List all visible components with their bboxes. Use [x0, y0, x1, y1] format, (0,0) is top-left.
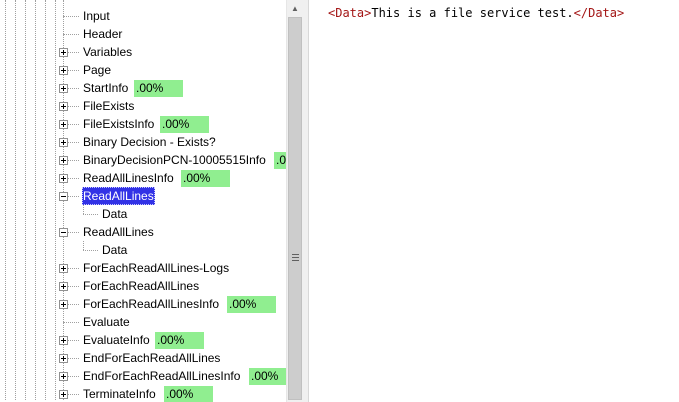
xml-line: <Data>This is a file service test.</Data… [328, 6, 624, 20]
tree-view[interactable]: Input Header Variables Page StartInfo .00% Fil… [0, 0, 286, 402]
tree-node-label[interactable]: Input [82, 7, 111, 25]
app-window: Input Header Variables Page StartInfo .00% Fil… [0, 0, 679, 402]
tree-vertical-scrollbar[interactable]: ▲ [286, 0, 303, 402]
collapse-icon[interactable] [59, 192, 68, 201]
tree-node[interactable]: Page [0, 61, 286, 79]
expand-icon[interactable] [59, 156, 68, 165]
tree-node[interactable]: ReadAllLines [0, 187, 286, 205]
tree-node[interactable]: FileExistsInfo .00% [0, 115, 286, 133]
expand-icon[interactable] [59, 390, 68, 399]
expand-icon[interactable] [59, 120, 68, 129]
tree-node[interactable]: Binary Decision - Exists? [0, 133, 286, 151]
tree-child-node[interactable]: Data [0, 205, 286, 223]
tree-connector [83, 250, 98, 251]
percent-badge: .00% [249, 368, 286, 385]
grip-icon [292, 254, 299, 261]
tree-node-label[interactable]: EndForEachReadAllLinesInfo [82, 367, 241, 385]
expand-icon[interactable] [59, 48, 68, 57]
expand-icon[interactable] [59, 354, 68, 363]
tree-node-label[interactable]: EndForEachReadAllLines [82, 349, 221, 367]
tree-connector [83, 205, 84, 214]
tree-child-node[interactable]: Data [0, 241, 286, 259]
tree-node[interactable]: Evaluate [0, 313, 286, 331]
tree-node[interactable]: EndForEachReadAllLinesInfo .00% [0, 367, 286, 385]
percent-badge: .00% [274, 152, 286, 169]
tree-connector [63, 34, 79, 35]
expand-icon[interactable] [59, 138, 68, 147]
tree-node-label[interactable]: ForEachReadAllLines-Logs [82, 259, 230, 277]
xml-open-tag: <Data> [328, 6, 372, 20]
tree-node[interactable]: TerminateInfo .00% [0, 385, 286, 402]
expand-icon[interactable] [59, 174, 68, 183]
tree-node-label[interactable]: Data [101, 205, 128, 223]
tree-node[interactable]: StartInfo .00% [0, 79, 286, 97]
tree-node-label[interactable]: ReadAllLinesInfo [82, 169, 175, 187]
tree-node-label-selected[interactable]: ReadAllLines [82, 187, 155, 205]
tree-node-label[interactable]: Variables [82, 43, 133, 61]
tree-node[interactable]: EndForEachReadAllLines [0, 349, 286, 367]
tree-node-label[interactable]: TerminateInfo [82, 385, 157, 402]
tree-node[interactable]: EvaluateInfo .00% [0, 331, 286, 349]
tree-node[interactable]: Header [0, 25, 286, 43]
tree-node[interactable]: ForEachReadAllLines-Logs [0, 259, 286, 277]
percent-badge: .00% [134, 80, 183, 97]
expand-icon[interactable] [59, 66, 68, 75]
expand-icon[interactable] [59, 264, 68, 273]
tree-pane: Input Header Variables Page StartInfo .00% Fil… [0, 0, 303, 402]
xml-close-tag: </Data> [573, 6, 625, 20]
tree-node[interactable]: Input [0, 7, 286, 25]
percent-badge: .00% [181, 170, 230, 187]
tree-connector [63, 16, 79, 17]
tree-node-label[interactable]: StartInfo [82, 79, 129, 97]
chevron-up-icon: ▲ [291, 4, 299, 13]
tree-connector [63, 322, 79, 323]
tree-node-label[interactable]: Binary Decision - Exists? [82, 133, 217, 151]
tree-node-label[interactable]: FileExists [82, 97, 135, 115]
collapse-icon[interactable] [59, 228, 68, 237]
tree-node-label[interactable]: ForEachReadAllLines [82, 277, 200, 295]
tree-node-label[interactable]: Data [101, 241, 128, 259]
tree-node-label[interactable]: EvaluateInfo [82, 331, 151, 349]
expand-icon[interactable] [59, 84, 68, 93]
tree-node[interactable]: ReadAllLines [0, 223, 286, 241]
xml-viewer[interactable]: <Data>This is a file service test.</Data… [309, 0, 679, 402]
tree-node-label[interactable]: FileExistsInfo [82, 115, 155, 133]
tree-node[interactable]: ForEachReadAllLines [0, 277, 286, 295]
expand-icon[interactable] [59, 300, 68, 309]
tree-node-label[interactable]: Page [82, 61, 112, 79]
tree-node-label[interactable]: Evaluate [82, 313, 131, 331]
tree-node-label[interactable]: Header [82, 25, 123, 43]
percent-badge: .00% [227, 296, 276, 313]
percent-badge: .00% [160, 116, 209, 133]
tree-node[interactable]: Variables [0, 43, 286, 61]
tree-connector [83, 241, 84, 250]
percent-badge: .00% [164, 386, 213, 402]
tree-node-label[interactable]: ForEachReadAllLinesInfo [82, 295, 220, 313]
expand-icon[interactable] [59, 372, 68, 381]
tree-node-label[interactable]: BinaryDecisionPCN-10005515Info [82, 151, 267, 169]
tree-node[interactable]: BinaryDecisionPCN-10005515Info .00% [0, 151, 286, 169]
scroll-up-button[interactable]: ▲ [287, 0, 303, 17]
xml-text-content: This is a file service test. [371, 6, 574, 20]
expand-icon[interactable] [59, 282, 68, 291]
tree-node[interactable]: FileExists [0, 97, 286, 115]
scroll-thumb[interactable] [288, 17, 302, 400]
expand-icon[interactable] [59, 102, 68, 111]
percent-badge: .00% [155, 332, 204, 349]
tree-node[interactable]: ReadAllLinesInfo .00% [0, 169, 286, 187]
expand-icon[interactable] [59, 336, 68, 345]
tree-connector [83, 214, 98, 215]
tree-node-label[interactable]: ReadAllLines [82, 223, 155, 241]
tree-node[interactable]: ForEachReadAllLinesInfo .00% [0, 295, 286, 313]
